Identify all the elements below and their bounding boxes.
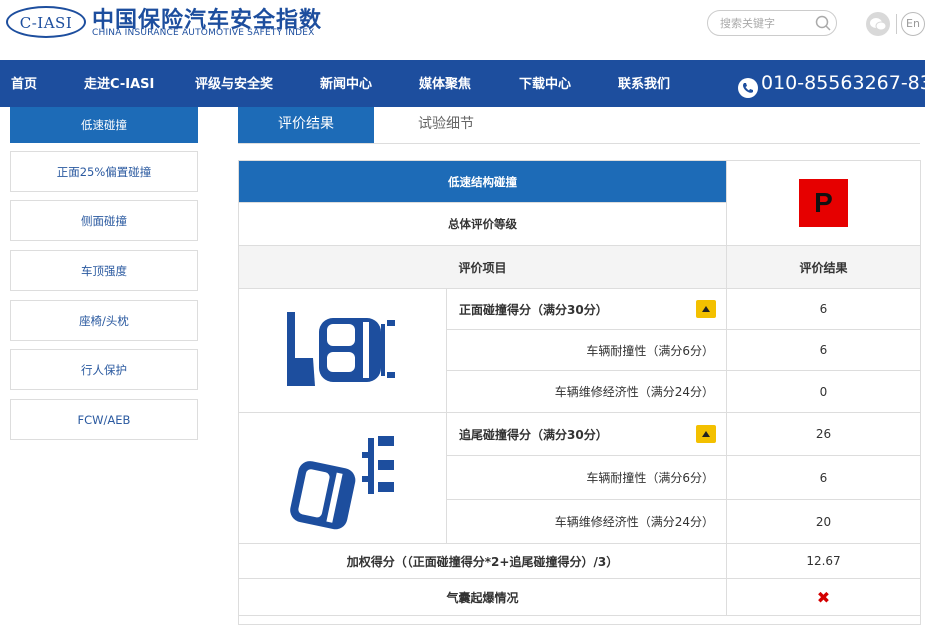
nav-item-home[interactable]: 首页 [11, 60, 37, 107]
weighted-score-value: 12.67 [726, 543, 921, 579]
sidebar-item-fcw-aeb[interactable]: FCW/AEB [10, 399, 198, 440]
table-next-row [238, 615, 921, 625]
caret-up-icon [702, 306, 710, 312]
tab-results[interactable]: 评价结果 [238, 107, 374, 143]
nav-item-media[interactable]: 媒体聚焦 [419, 60, 471, 107]
tab-test-details[interactable]: 试验细节 [378, 107, 514, 143]
front-row-repair-value: 0 [726, 370, 921, 413]
nav-item-about[interactable]: 走进C-IASI [84, 60, 154, 107]
sidebar-item-pedestrian[interactable]: 行人保护 [10, 349, 198, 390]
nav-item-contact[interactable]: 联系我们 [618, 60, 670, 107]
overall-label: 总体评价等级 [238, 202, 727, 246]
sidebar-item-low-speed[interactable]: 低速碰撞 [10, 107, 198, 143]
logo-mark[interactable]: C-IASI [6, 6, 86, 38]
search-input[interactable] [720, 15, 810, 31]
nav-item-ratings[interactable]: 评级与安全奖 [195, 60, 273, 107]
nav-item-news[interactable]: 新闻中心 [320, 60, 372, 107]
header-divider [896, 14, 897, 34]
table-title: 低速结构碰撞 [238, 160, 727, 203]
rear-crash-icon [290, 436, 394, 530]
airbag-deployment-value: ✖ [726, 578, 921, 616]
rear-row-crashworthiness-value: 6 [726, 455, 921, 500]
rear-expand-toggle[interactable] [696, 425, 716, 443]
front-total-value: 6 [726, 288, 921, 330]
sidebar-item-roof-strength[interactable]: 车顶强度 [10, 250, 198, 291]
search-icon[interactable] [814, 14, 832, 32]
rear-row-repair-value: 20 [726, 499, 921, 544]
front-row-repair-label: 车辆维修经济性（满分24分） [446, 370, 727, 413]
airbag-deployment-label: 气囊起爆情况 [238, 578, 727, 616]
sidebar-item-small-overlap[interactable]: 正面25%偏置碰撞 [10, 151, 198, 192]
rear-total-value: 26 [726, 412, 921, 456]
site-title-en: CHINA INSURANCE AUTOMOTIVE SAFETY INDEX [92, 28, 315, 38]
rear-row-repair-label: 车辆维修经济性（满分24分） [446, 499, 727, 544]
sidebar-item-side-impact[interactable]: 侧面碰撞 [10, 200, 198, 241]
search-box[interactable] [707, 10, 837, 36]
front-total-label: 正面碰撞得分（满分30分） [446, 288, 727, 330]
nav-item-download[interactable]: 下载中心 [519, 60, 571, 107]
site-header: C-IASI 中国保险汽车安全指数 CHINA INSURANCE AUTOMO… [0, 0, 925, 60]
front-expand-toggle[interactable] [696, 300, 716, 318]
col-header-result: 评价结果 [726, 245, 921, 289]
col-header-item: 评价项目 [238, 245, 727, 289]
sidebar-item-seat-headrest[interactable]: 座椅/头枕 [10, 300, 198, 341]
front-row-crashworthiness-value: 6 [726, 329, 921, 371]
phone-icon [738, 78, 758, 98]
rear-row-crashworthiness-label: 车辆耐撞性（满分6分） [446, 455, 727, 500]
rear-total-label: 追尾碰撞得分（满分30分） [446, 412, 727, 456]
weighted-score-label: 加权得分（（正面碰撞得分*2+追尾碰撞得分）/3） [238, 543, 727, 579]
front-crash-icon [287, 312, 395, 386]
overall-grade-badge: P [799, 179, 848, 227]
caret-up-icon [702, 431, 710, 437]
tab-underline [238, 143, 920, 144]
main-nav: 首页 走进C-IASI 评级与安全奖 新闻中心 媒体聚焦 下载中心 联系我们 0… [0, 60, 925, 107]
front-row-crashworthiness-label: 车辆耐撞性（满分6分） [446, 329, 727, 371]
language-switch[interactable]: En [901, 12, 925, 36]
wechat-icon[interactable] [866, 12, 890, 36]
logo-mark-text: C-IASI [19, 14, 73, 32]
phone-number: 010-85563267-83 [761, 72, 925, 94]
